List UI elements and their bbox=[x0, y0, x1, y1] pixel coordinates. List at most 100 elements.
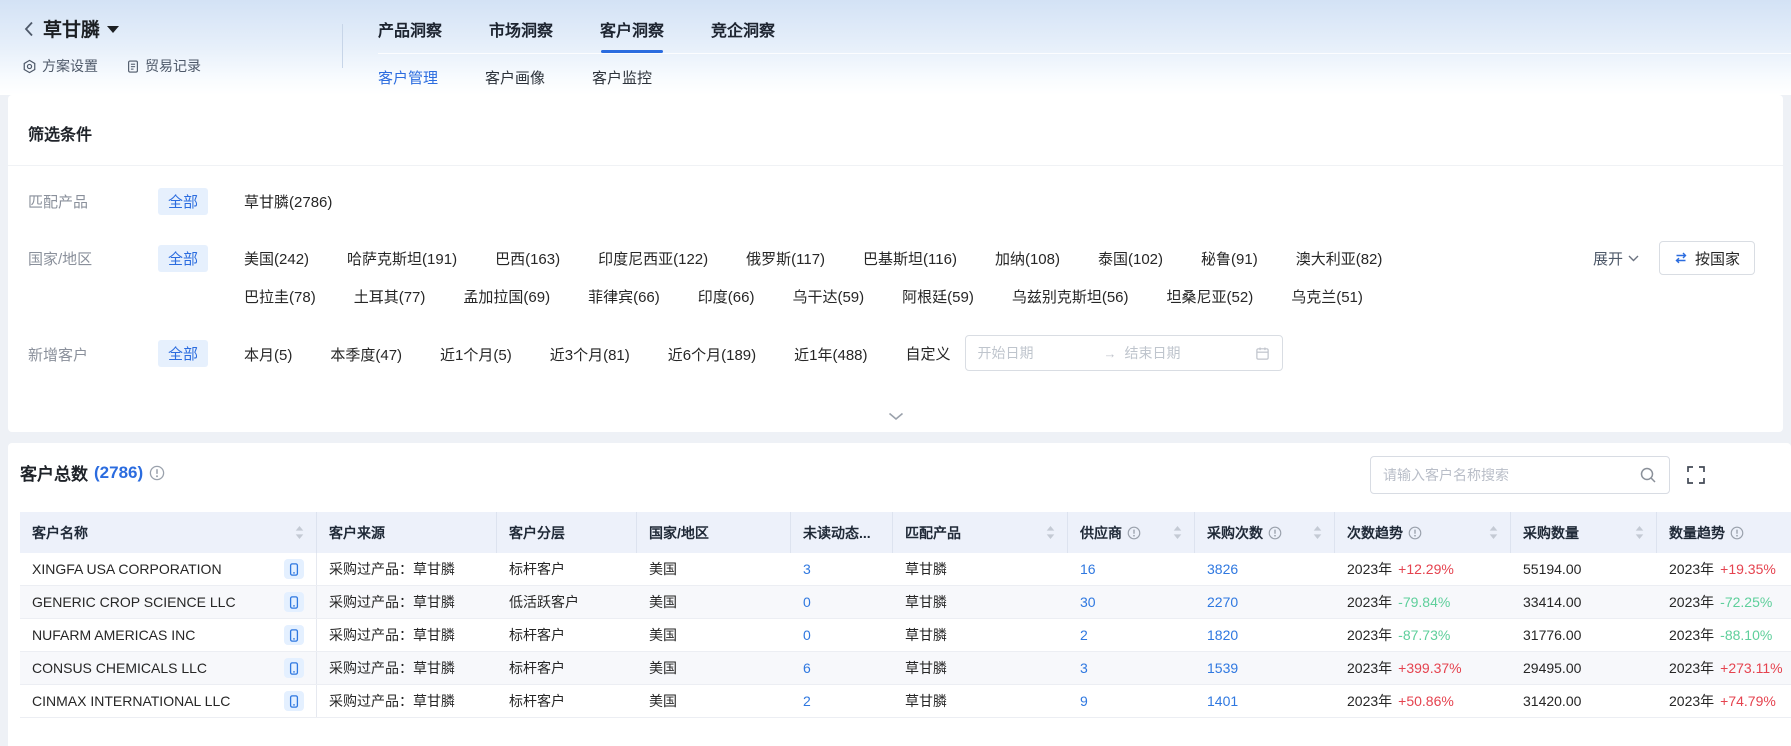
country-filter-item[interactable]: 菲律宾(66) bbox=[588, 283, 660, 307]
purchase-times-link[interactable]: 2270 bbox=[1207, 594, 1238, 610]
filter-all-new-customer[interactable]: 全部 bbox=[158, 340, 208, 367]
cell-purchase-times[interactable]: 2270 bbox=[1195, 586, 1335, 618]
purchase-times-link[interactable]: 1820 bbox=[1207, 627, 1238, 643]
cell-purchase-times[interactable]: 1401 bbox=[1195, 685, 1335, 717]
purchase-times-link[interactable]: 1539 bbox=[1207, 660, 1238, 676]
cell-unread[interactable]: 6 bbox=[791, 652, 893, 684]
cell-unread[interactable]: 0 bbox=[791, 586, 893, 618]
cell-suppliers[interactable]: 3 bbox=[1068, 652, 1195, 684]
unread-count-link[interactable]: 0 bbox=[803, 627, 811, 643]
cell-customer-name[interactable]: CINMAX INTERNATIONAL LLC bbox=[20, 685, 317, 717]
primary-tab-3[interactable]: 客户洞察 bbox=[600, 17, 664, 53]
sort-icon[interactable] bbox=[1489, 526, 1498, 539]
suppliers-count-link[interactable]: 2 bbox=[1080, 627, 1088, 643]
country-filter-item[interactable]: 秘鲁(91) bbox=[1201, 245, 1258, 269]
country-filter-item[interactable]: 印度(66) bbox=[698, 283, 755, 307]
expand-toggle[interactable]: 展开 bbox=[1593, 248, 1639, 269]
table-row[interactable]: CINMAX INTERNATIONAL LLC采购过产品：草甘膦标杆客户美国2… bbox=[20, 685, 1791, 718]
back-icon[interactable] bbox=[22, 20, 36, 38]
country-filter-item[interactable]: 乌干达(59) bbox=[792, 283, 864, 307]
primary-tab-4[interactable]: 竞企洞察 bbox=[711, 17, 775, 53]
sort-icon[interactable] bbox=[1635, 526, 1644, 539]
cell-purchase-times[interactable]: 3826 bbox=[1195, 553, 1335, 585]
primary-tab-1[interactable]: 产品洞察 bbox=[378, 17, 442, 53]
cell-suppliers[interactable]: 30 bbox=[1068, 586, 1195, 618]
contact-phone-icon[interactable] bbox=[284, 658, 304, 678]
new-customer-filter-item[interactable]: 近3个月(81) bbox=[550, 341, 630, 365]
info-icon[interactable] bbox=[1408, 526, 1422, 540]
contact-phone-icon[interactable] bbox=[284, 559, 304, 579]
contact-phone-icon[interactable] bbox=[284, 592, 304, 612]
new-customer-filter-item[interactable]: 近6个月(189) bbox=[668, 341, 756, 365]
product-filter-item[interactable]: 草甘膦(2786) bbox=[244, 188, 332, 212]
cell-customer-name[interactable]: XINGFA USA CORPORATION bbox=[20, 553, 317, 585]
cell-suppliers[interactable]: 9 bbox=[1068, 685, 1195, 717]
country-filter-item[interactable]: 澳大利亚(82) bbox=[1296, 245, 1383, 269]
cell-customer-name[interactable]: CONSUS CHEMICALS LLC bbox=[20, 652, 317, 684]
country-filter-item[interactable]: 乌兹别克斯坦(56) bbox=[1012, 283, 1129, 307]
purchase-times-link[interactable]: 3826 bbox=[1207, 561, 1238, 577]
new-customer-filter-item[interactable]: 近1个月(5) bbox=[440, 341, 512, 365]
cell-customer-name[interactable]: GENERIC CROP SCIENCE LLC bbox=[20, 586, 317, 618]
table-row[interactable]: XINGFA USA CORPORATION采购过产品：草甘膦标杆客户美国3草甘… bbox=[20, 553, 1791, 586]
table-row[interactable]: CONSUS CHEMICALS LLC采购过产品：草甘膦标杆客户美国6草甘膦3… bbox=[20, 652, 1791, 685]
cell-unread[interactable]: 3 bbox=[791, 553, 893, 585]
contact-phone-icon[interactable] bbox=[284, 691, 304, 711]
unread-count-link[interactable]: 3 bbox=[803, 561, 811, 577]
search-input[interactable] bbox=[1383, 467, 1639, 483]
country-filter-item[interactable]: 哈萨克斯坦(191) bbox=[347, 245, 457, 269]
unread-count-link[interactable]: 6 bbox=[803, 660, 811, 676]
column-header-6[interactable]: 匹配产品 bbox=[893, 512, 1068, 553]
new-customer-filter-item[interactable]: 本月(5) bbox=[244, 341, 292, 365]
country-filter-item[interactable]: 巴基斯坦(116) bbox=[863, 245, 957, 269]
custom-date-option[interactable]: 自定义 bbox=[906, 343, 951, 364]
unread-count-link[interactable]: 2 bbox=[803, 693, 811, 709]
column-header-1[interactable]: 客户名称 bbox=[20, 512, 317, 553]
country-filter-item[interactable]: 坦桑尼亚(52) bbox=[1167, 283, 1254, 307]
column-header-8[interactable]: 采购次数 bbox=[1195, 512, 1335, 553]
country-filter-item[interactable]: 俄罗斯(117) bbox=[746, 245, 825, 269]
start-date-input[interactable] bbox=[978, 345, 1096, 361]
suppliers-count-link[interactable]: 9 bbox=[1080, 693, 1088, 709]
suppliers-count-link[interactable]: 3 bbox=[1080, 660, 1088, 676]
country-filter-item[interactable]: 土耳其(77) bbox=[354, 283, 426, 307]
primary-tab-2[interactable]: 市场洞察 bbox=[489, 17, 553, 53]
info-icon[interactable] bbox=[149, 465, 165, 481]
country-filter-item[interactable]: 泰国(102) bbox=[1098, 245, 1163, 269]
country-filter-item[interactable]: 印度尼西亚(122) bbox=[598, 245, 708, 269]
column-header-7[interactable]: 供应商 bbox=[1068, 512, 1195, 553]
country-filter-item[interactable]: 乌克兰(51) bbox=[1291, 283, 1363, 307]
sort-icon[interactable] bbox=[1046, 526, 1055, 539]
filter-all-country[interactable]: 全部 bbox=[158, 245, 208, 272]
column-header-10[interactable]: 采购数量 bbox=[1511, 512, 1657, 553]
column-header-11[interactable]: 数量趋势 bbox=[1657, 512, 1791, 553]
search-icon[interactable] bbox=[1639, 466, 1657, 484]
sort-icon[interactable] bbox=[1313, 526, 1322, 539]
collapse-panel-button[interactable] bbox=[874, 406, 918, 428]
suppliers-count-link[interactable]: 16 bbox=[1080, 561, 1096, 577]
country-filter-item[interactable]: 孟加拉国(69) bbox=[463, 283, 550, 307]
table-row[interactable]: NUFARM AMERICAS INC采购过产品：草甘膦标杆客户美国0草甘膦21… bbox=[20, 619, 1791, 652]
country-filter-item[interactable]: 巴拉圭(78) bbox=[244, 283, 316, 307]
country-filter-item[interactable]: 美国(242) bbox=[244, 245, 309, 269]
cell-unread[interactable]: 0 bbox=[791, 619, 893, 651]
cell-purchase-times[interactable]: 1539 bbox=[1195, 652, 1335, 684]
purchase-times-link[interactable]: 1401 bbox=[1207, 693, 1238, 709]
cell-suppliers[interactable]: 16 bbox=[1068, 553, 1195, 585]
by-country-button[interactable]: 按国家 bbox=[1659, 241, 1755, 275]
suppliers-count-link[interactable]: 30 bbox=[1080, 594, 1096, 610]
country-filter-item[interactable]: 阿根廷(59) bbox=[902, 283, 974, 307]
info-icon[interactable] bbox=[1730, 526, 1744, 540]
column-header-9[interactable]: 次数趋势 bbox=[1335, 512, 1511, 553]
filter-all-product[interactable]: 全部 bbox=[158, 188, 208, 215]
trade-records-button[interactable]: 贸易记录 bbox=[126, 56, 201, 76]
cell-customer-name[interactable]: NUFARM AMERICAS INC bbox=[20, 619, 317, 651]
new-customer-filter-item[interactable]: 近1年(488) bbox=[794, 341, 867, 365]
table-row[interactable]: GENERIC CROP SCIENCE LLC采购过产品：草甘膦低活跃客户美国… bbox=[20, 586, 1791, 619]
sort-icon[interactable] bbox=[1173, 526, 1182, 539]
sort-icon[interactable] bbox=[295, 526, 304, 539]
cell-suppliers[interactable]: 2 bbox=[1068, 619, 1195, 651]
new-customer-filter-item[interactable]: 本季度(47) bbox=[330, 341, 402, 365]
title-dropdown-caret-icon[interactable] bbox=[107, 26, 119, 33]
country-filter-item[interactable]: 巴西(163) bbox=[495, 245, 560, 269]
